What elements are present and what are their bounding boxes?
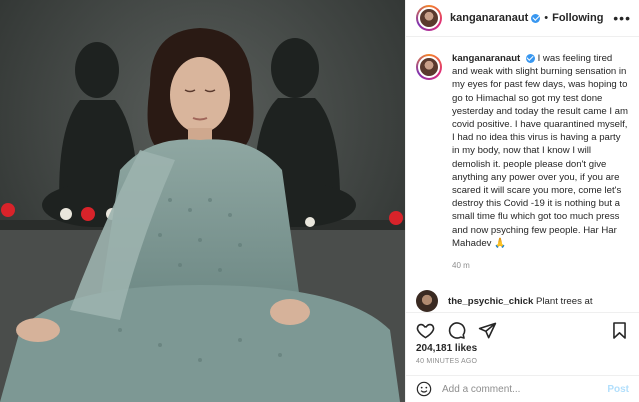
- likes-count[interactable]: 204,181 likes: [406, 341, 639, 354]
- verified-badge-icon: [531, 13, 541, 23]
- smiley-icon[interactable]: [416, 381, 432, 397]
- post-actions: 204,181 likes 40 MINUTES AGO Post: [406, 312, 639, 402]
- caption: kanganaranaut I was feeling tired and we…: [416, 52, 629, 272]
- caption-text: I was feeling tired and weak with slight…: [452, 53, 628, 249]
- post-comment-button[interactable]: Post: [607, 384, 629, 395]
- bookmark-icon[interactable]: [610, 321, 629, 340]
- comment-input[interactable]: [442, 383, 608, 395]
- post-photo[interactable]: [0, 0, 405, 402]
- add-comment-bar: Post: [406, 375, 639, 402]
- more-horizontal-icon[interactable]: •••: [613, 11, 631, 25]
- post-header: kanganaranaut • Following •••: [406, 0, 639, 37]
- heart-icon[interactable]: [416, 321, 435, 340]
- caption-timestamp[interactable]: 40 m: [452, 259, 629, 272]
- caption-author-avatar[interactable]: [416, 54, 442, 80]
- action-icon-row: [406, 313, 639, 341]
- comment-item: the_psychic_chick Plant trees at: [416, 290, 593, 312]
- instagram-post: kanganaranaut • Following ••• kanganaran…: [0, 0, 639, 402]
- comments-section[interactable]: kanganaranaut I was feeling tired and we…: [406, 38, 639, 312]
- caption-body: kanganaranaut I was feeling tired and we…: [452, 52, 629, 272]
- post-timestamp[interactable]: 40 MINUTES AGO: [406, 354, 639, 365]
- share-icon[interactable]: [478, 321, 497, 340]
- meditation-photo: [0, 0, 405, 402]
- commenter-username[interactable]: the_psychic_chick: [448, 296, 533, 307]
- comment-icon[interactable]: [447, 321, 466, 340]
- comment-text: Plant trees at: [536, 295, 593, 307]
- caption-username[interactable]: kanganaranaut: [452, 53, 520, 64]
- caption-verified-badge-icon: [525, 53, 535, 63]
- following-button[interactable]: Following: [552, 12, 603, 24]
- commenter-avatar[interactable]: [416, 290, 438, 312]
- post-side-panel: kanganaranaut • Following ••• kanganaran…: [405, 0, 639, 402]
- header-separator: •: [544, 12, 549, 24]
- comment-body: the_psychic_chick Plant trees at: [448, 296, 593, 307]
- author-avatar[interactable]: [416, 5, 442, 31]
- author-username[interactable]: kanganaranaut: [450, 12, 528, 24]
